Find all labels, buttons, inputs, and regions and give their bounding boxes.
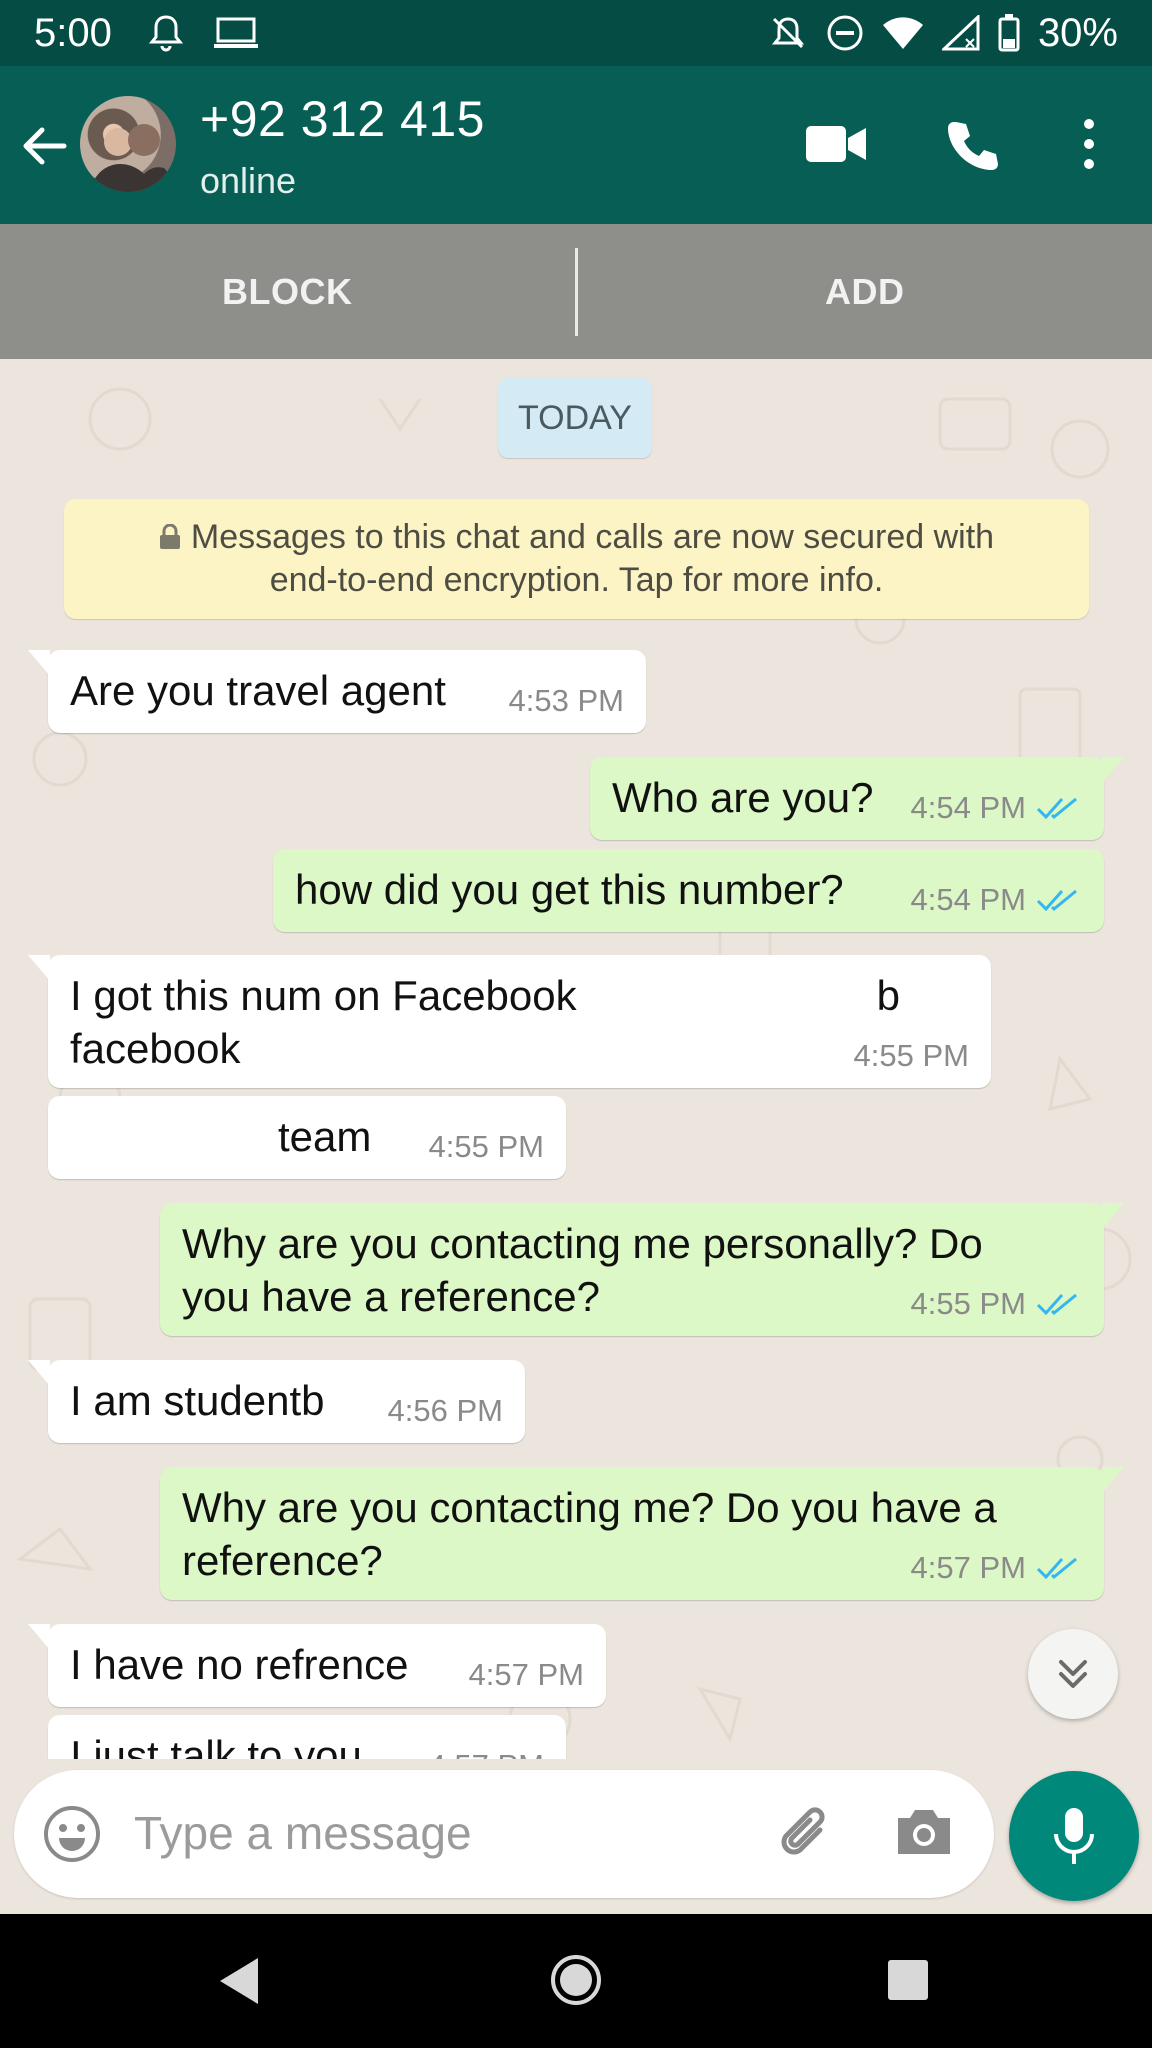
message-bubble[interactable]: I am studentb 4:56 PM [28,1360,525,1443]
message-text: I got this num on Facebook b facebook [70,969,900,1075]
contact-name[interactable]: +92 312 415 [200,90,485,148]
message-text: Are you travel agent [70,667,446,714]
message-text-line2: reference? [182,1537,383,1584]
redacted-text [70,1110,278,1163]
battery-percent: 30% [1037,10,1118,55]
lock-icon [159,524,180,549]
double-chevron-down-icon [1059,1660,1087,1688]
contact-status: online [200,160,297,201]
date-chip: TODAY [498,378,652,458]
message-text: Why are you contacting me personally? Do… [182,1217,983,1323]
emoji-icon[interactable] [42,1804,102,1864]
message-text-line1: Why are you contacting me personally? Do [182,1220,983,1267]
camera-icon[interactable] [894,1804,954,1860]
avatar[interactable] [80,96,176,192]
status-bar: 5:00 30% [0,0,1152,66]
message-text-line1-tail: b [876,972,900,1019]
redacted-text [576,969,877,1022]
chat-area[interactable]: TODAY Messages to this chat and calls ar… [0,359,1152,1759]
chat-header: +92 312 415 online [0,66,1152,224]
read-ticks-icon [1036,1557,1077,1580]
mic-icon [1054,1808,1094,1864]
message-bubble[interactable]: I just talk to you 4:57 PM [48,1715,566,1759]
phone-icon[interactable] [944,118,1000,174]
system-navigation-bar [0,1914,1152,2048]
voice-message-button[interactable] [1009,1771,1139,1901]
message-time: 4:57 PM [910,1550,1026,1585]
paperclip-icon[interactable] [772,1800,836,1864]
message-time: 4:56 PM [387,1393,503,1428]
encryption-notice-line2: end-to-end encryption. Tap for more info… [269,561,884,599]
battery-icon [998,14,1020,52]
message-bubble[interactable]: Are you travel agent 4:53 PM [28,650,646,733]
bell-icon [148,15,183,52]
block-button[interactable]: BLOCK [0,271,575,313]
cast-icon [213,17,258,48]
message-time: 4:54 PM [910,882,1026,917]
read-ticks-icon [1036,797,1077,820]
message-input[interactable]: Type a message [134,1806,472,1860]
message-time: 4:54 PM [910,790,1026,825]
message-text-line2: you have a reference? [182,1273,600,1320]
nav-back-icon[interactable] [218,1956,262,2006]
read-ticks-icon [1036,1293,1077,1316]
message-bubble[interactable]: Why are you contacting me? Do you have a… [160,1467,1124,1600]
message-time: 4:57 PM [468,1657,584,1692]
status-time: 5:00 [34,10,112,55]
message-bubble[interactable]: I have no refrence 4:57 PM [28,1624,606,1707]
nav-home-icon[interactable] [550,1954,602,2006]
message-bubble[interactable]: how did you get this number? 4:54 PM [273,849,1104,932]
signal-icon [941,15,980,51]
message-composer[interactable]: Type a message [14,1770,994,1898]
message-text: I have no refrence [70,1641,409,1688]
message-text-line1: Why are you contacting me? Do you have a [182,1484,997,1531]
encryption-notice-line1: Messages to this chat and calls are now … [190,518,995,556]
message-time: 4:55 PM [428,1129,544,1164]
add-contact-button[interactable]: ADD [578,271,1152,313]
scroll-to-bottom-button[interactable] [1028,1629,1118,1719]
wifi-icon [882,17,923,49]
message-time: 4:53 PM [508,683,624,718]
message-text-visible: team [278,1113,372,1160]
message-time: 4:55 PM [853,1038,969,1073]
message-bubble[interactable]: team 4:55 PM [48,1096,566,1179]
message-text: Who are you? [612,774,874,821]
message-text: how did you get this number? [295,866,844,913]
unknown-contact-actions: BLOCK ADD [0,224,1152,359]
dnd-icon [827,15,863,51]
video-call-icon[interactable] [806,124,866,164]
message-text: I just talk to you [70,1732,362,1759]
message-text-line1: I got this num on Facebook [70,972,577,1019]
read-ticks-icon [1036,889,1077,912]
message-text: I am studentb [70,1377,325,1424]
message-bubble[interactable]: I got this num on Facebook b facebook 4:5… [28,955,991,1088]
message-time: 4:55 PM [910,1286,1026,1321]
message-bubble[interactable]: Who are you? 4:54 PM [590,757,1124,840]
more-vert-icon[interactable] [1074,116,1104,172]
message-text: Why are you contacting me? Do you have a… [182,1481,997,1587]
message-text-line2: facebook [70,1025,241,1072]
message-bubble[interactable]: Why are you contacting me personally? Do… [160,1203,1124,1336]
mute-icon [771,17,805,49]
encryption-notice[interactable]: Messages to this chat and calls are now … [64,499,1089,619]
message-time: 4:57 PM [429,1748,544,1759]
nav-recents-icon[interactable] [886,1958,930,2002]
back-arrow-icon[interactable] [14,116,74,176]
message-text: team [70,1110,371,1163]
